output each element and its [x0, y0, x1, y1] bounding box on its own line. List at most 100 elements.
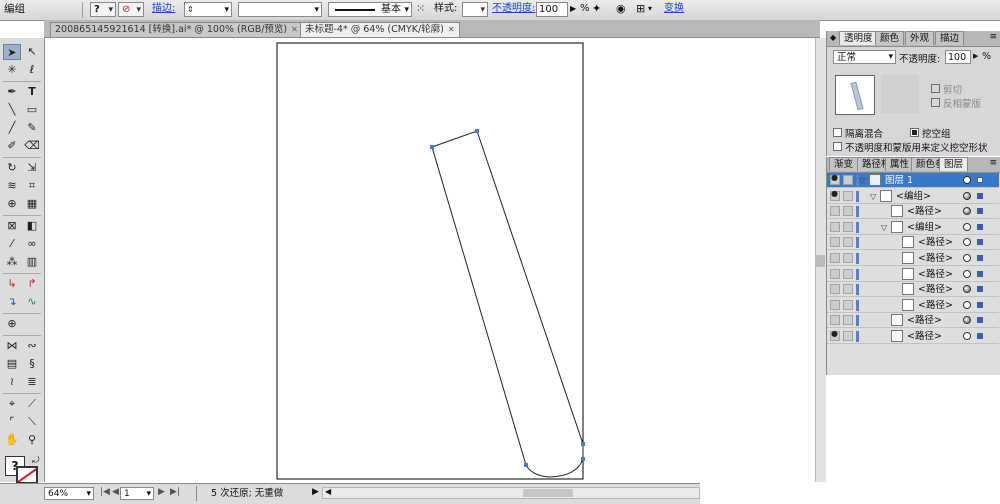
eraser-tool-icon[interactable]: ⌫	[23, 138, 41, 154]
selection-indicator[interactable]	[977, 192, 983, 199]
selection-indicator[interactable]	[977, 255, 983, 261]
lock-toggle[interactable]	[843, 190, 853, 201]
recolor-icon[interactable]: ✦	[592, 2, 601, 17]
eyedropper-tool-icon[interactable]: ⁄	[3, 236, 21, 252]
stepper-icon[interactable]: ⇕	[187, 3, 194, 17]
object-thumbnail[interactable]	[835, 75, 875, 115]
lock-toggle[interactable]	[843, 253, 853, 263]
warp-tool-icon[interactable]: ⋈	[3, 338, 21, 354]
tab-attributes[interactable]: 属性	[885, 157, 915, 171]
rectangle-tool-icon[interactable]: ▭	[23, 102, 41, 118]
document-tab-active[interactable]: 未标题-4* @ 64% (CMYK/轮廓) ✕	[300, 22, 460, 37]
selection-indicator[interactable]	[977, 301, 983, 308]
gradient-tool-icon[interactable]: ◧	[23, 218, 41, 234]
lock-toggle[interactable]	[843, 175, 853, 185]
zoom-dropdown[interactable]: 64% ▾	[44, 487, 94, 500]
target-icon[interactable]	[963, 207, 971, 216]
visibility-toggle[interactable]	[830, 237, 840, 248]
panel-menu-icon[interactable]: ≡	[989, 32, 997, 42]
anchor-point[interactable]	[524, 463, 528, 467]
opacity-mask-knockout-checkbox[interactable]	[833, 142, 842, 151]
layer-row[interactable]: ● <路径>	[827, 329, 999, 344]
status-info[interactable]: 5 次还原; 无重做	[196, 486, 322, 501]
tab-gradient[interactable]: 渐变	[829, 157, 859, 171]
list-tool-icon[interactable]: ≣	[23, 374, 41, 390]
brush-definition-dropdown[interactable]: 基本 ▾	[328, 2, 412, 17]
visibility-toggle[interactable]: ●	[830, 329, 840, 341]
delete-anchor-point-icon[interactable]: ↴	[3, 294, 21, 310]
line-tool-icon[interactable]: ╲	[3, 102, 21, 118]
chevron-down-icon[interactable]: ▾	[648, 2, 652, 17]
chevron-down-icon[interactable]: ▾	[224, 3, 229, 17]
panel-opacity-input[interactable]: 100	[945, 50, 971, 64]
layer-row[interactable]: <路径>	[827, 235, 999, 251]
lock-toggle[interactable]	[843, 315, 853, 326]
anchor-point[interactable]	[475, 129, 479, 133]
chevron-down-icon[interactable]: ▾	[404, 3, 409, 17]
target-icon[interactable]	[963, 285, 971, 294]
document-setup-icon[interactable]: ⁙	[416, 2, 425, 17]
crosshair-tool-icon[interactable]: ⊕	[3, 316, 21, 332]
align-icon[interactable]: ⊞	[636, 2, 645, 17]
selection-indicator[interactable]	[977, 270, 983, 277]
last-artboard-icon[interactable]: ▶|	[170, 487, 180, 497]
anchor-point[interactable]	[581, 457, 585, 461]
artboard-tool-icon[interactable]: ⌖	[3, 396, 21, 412]
lock-toggle[interactable]	[843, 237, 853, 248]
layer-row[interactable]: ▽ <编组>	[827, 220, 999, 235]
symbol-tool-icon[interactable]: §	[23, 356, 41, 372]
tab-appearance[interactable]: 外观	[905, 31, 935, 45]
stroke-weight-field[interactable]: ⇕ ▾	[184, 2, 232, 17]
artboard-number-dropdown[interactable]: 1 ▾	[120, 487, 154, 500]
width-tool-icon[interactable]: ≋	[3, 178, 21, 194]
disclosure-triangle-icon[interactable]: ▽	[881, 220, 887, 235]
scroll-left-icon[interactable]: ◀	[325, 487, 331, 496]
lock-toggle[interactable]	[843, 221, 853, 232]
visibility-toggle[interactable]	[830, 299, 840, 310]
tab-color[interactable]: 颜色	[875, 31, 905, 45]
stroke-color-dropdown[interactable]: ⊘	[118, 2, 144, 17]
direct-selection-tool-icon[interactable]: ↖	[23, 44, 41, 60]
layer-row-top[interactable]: ● ▽ 图层 1	[827, 173, 999, 188]
target-icon[interactable]	[963, 332, 971, 340]
close-icon[interactable]: ✕	[448, 25, 455, 34]
visibility-toggle[interactable]	[830, 206, 840, 217]
knife-tool-icon[interactable]: ⟍	[23, 414, 41, 430]
anchor-point[interactable]	[430, 145, 434, 149]
next-artboard-icon[interactable]: ▶	[158, 487, 165, 497]
swap-fill-stroke-icon[interactable]: ⤾	[32, 456, 40, 466]
add-anchor-point-icon[interactable]: ↳	[3, 276, 21, 292]
clip-checkbox[interactable]	[931, 84, 940, 93]
first-artboard-icon[interactable]: |◀	[100, 487, 110, 497]
selection-indicator[interactable]	[977, 333, 983, 339]
blend-mode-dropdown[interactable]: 正常 ▾	[833, 50, 896, 64]
free-transform-tool-icon[interactable]: ⌗	[23, 178, 41, 194]
layer-row[interactable]: <路径>	[827, 251, 999, 266]
visibility-toggle[interactable]	[830, 253, 840, 263]
scale-tool-icon[interactable]: ⇲	[23, 160, 41, 176]
lock-toggle[interactable]	[843, 284, 853, 295]
paintbrush-tool-icon[interactable]: ╱	[3, 120, 21, 136]
visibility-toggle[interactable]: ●	[830, 173, 840, 185]
tab-stroke[interactable]: 描边	[935, 31, 965, 45]
pen-tool-icon[interactable]: ✒	[3, 84, 21, 100]
opacity-arrow-icon[interactable]: ▶	[973, 52, 978, 60]
shape-builder-tool-icon[interactable]: ⊕	[3, 196, 21, 212]
chevron-down-icon[interactable]: ▾	[146, 488, 151, 500]
pencil-tool-icon[interactable]: ✎	[23, 120, 41, 136]
previous-artboard-icon[interactable]: ◀	[112, 487, 119, 497]
slice-tool-icon[interactable]: ⟋	[23, 396, 41, 412]
target-icon[interactable]	[963, 316, 971, 325]
fill-color-dropdown[interactable]: ?	[90, 2, 116, 17]
globe-icon[interactable]: ◉	[616, 2, 626, 17]
visibility-toggle[interactable]	[830, 221, 840, 232]
selection-indicator[interactable]	[977, 286, 983, 293]
scrollbar-thumb[interactable]	[815, 255, 825, 267]
pucker-tool-icon[interactable]: ≀	[3, 374, 21, 390]
mask-thumbnail[interactable]	[881, 75, 919, 113]
panel-menu-icon[interactable]: ≡	[989, 158, 997, 168]
lock-toggle[interactable]	[843, 331, 853, 341]
layer-row[interactable]: <路径>	[827, 298, 999, 313]
target-icon[interactable]	[963, 222, 971, 231]
layer-row[interactable]: <路径>	[827, 267, 999, 282]
